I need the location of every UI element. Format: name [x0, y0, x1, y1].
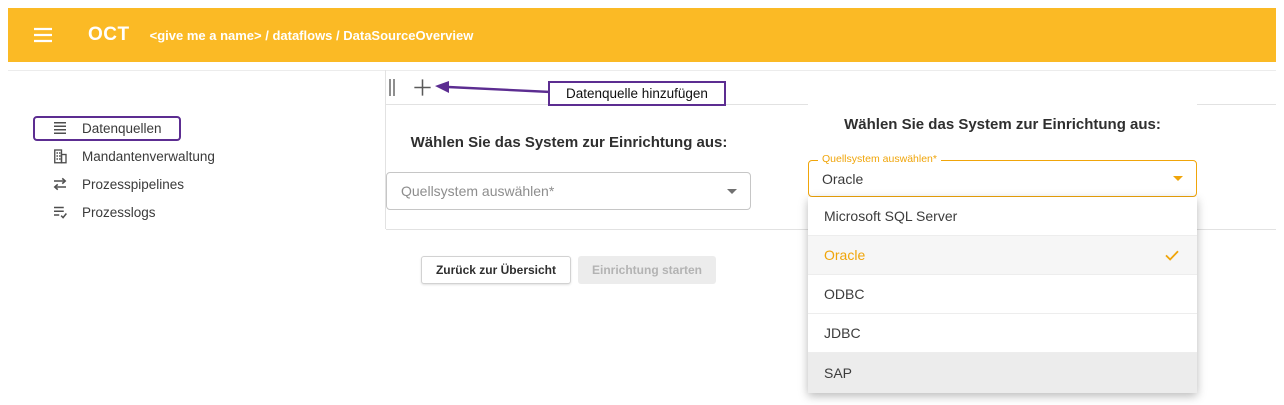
sidebar-item-label: Mandantenverwaltung	[82, 149, 215, 164]
sidebar-item-prozesspipelines[interactable]: Prozesspipelines	[8, 170, 348, 198]
log-check-icon	[50, 202, 70, 222]
sidebar-item-mandantenverwaltung[interactable]: Mandantenverwaltung	[8, 142, 348, 170]
source-system-select-open[interactable]: Quellsystem auswählen* Oracle	[808, 160, 1197, 197]
annotation-label: Datenquelle hinzufügen	[548, 81, 726, 106]
sidebar-item-label: Prozesslogs	[82, 205, 156, 220]
hamburger-menu-icon[interactable]	[30, 22, 56, 48]
check-icon	[1163, 246, 1181, 264]
overlay-heading: Wählen Sie das System zur Einrichtung au…	[808, 94, 1197, 136]
sidebar-item-datenquellen[interactable]: Datenquellen	[8, 114, 348, 142]
pipeline-icon	[50, 174, 70, 194]
source-system-dropdown: Microsoft SQL Server Oracle ODBC JDBC SA…	[808, 197, 1197, 393]
sidebar-item-label: Datenquellen	[82, 121, 162, 136]
divider-toolbar-top	[8, 70, 1276, 71]
option-sap[interactable]: SAP	[808, 353, 1197, 393]
source-system-select[interactable]: Quellsystem auswählen*	[386, 172, 751, 210]
sidebar-item-label: Prozesspipelines	[82, 177, 184, 192]
select-selected-value: Oracle	[809, 171, 863, 187]
sidebar-nav: Datenquellen Mandantenverwaltung	[8, 114, 348, 226]
option-label: Oracle	[824, 247, 865, 263]
option-oracle[interactable]: Oracle	[808, 236, 1197, 275]
option-odbc[interactable]: ODBC	[808, 275, 1197, 314]
plus-icon	[411, 76, 434, 99]
building-icon	[50, 146, 70, 166]
splitter-drag-handle-icon[interactable]	[389, 79, 395, 96]
list-icon	[50, 118, 70, 138]
app-title: OCT	[88, 24, 130, 46]
breadcrumb: <give me a name> / dataflows / DataSourc…	[150, 28, 474, 43]
chevron-down-icon	[1173, 176, 1183, 181]
select-overlay-panel: Wählen Sie das System zur Einrichtung au…	[808, 94, 1197, 394]
annotation-arrow-icon	[433, 78, 553, 100]
chevron-down-icon	[727, 189, 737, 194]
app-bar: OCT <give me a name> / dataflows / DataS…	[8, 8, 1276, 62]
option-microsoft-sql-server[interactable]: Microsoft SQL Server	[808, 197, 1197, 236]
start-setup-button[interactable]: Einrichtung starten	[578, 256, 716, 284]
select-placeholder: Quellsystem auswählen*	[387, 183, 554, 199]
back-to-overview-button[interactable]: Zurück zur Übersicht	[421, 256, 571, 284]
wizard-heading: Wählen Sie das System zur Einrichtung au…	[385, 134, 753, 151]
datasource-overview-screen: OCT <give me a name> / dataflows / DataS…	[0, 0, 1284, 405]
select-floating-label: Quellsystem auswählen*	[818, 153, 941, 165]
wizard-button-row: Zurück zur Übersicht Einrichtung starten	[386, 256, 751, 284]
option-jdbc[interactable]: JDBC	[808, 314, 1197, 353]
sidebar-item-prozesslogs[interactable]: Prozesslogs	[8, 198, 348, 226]
